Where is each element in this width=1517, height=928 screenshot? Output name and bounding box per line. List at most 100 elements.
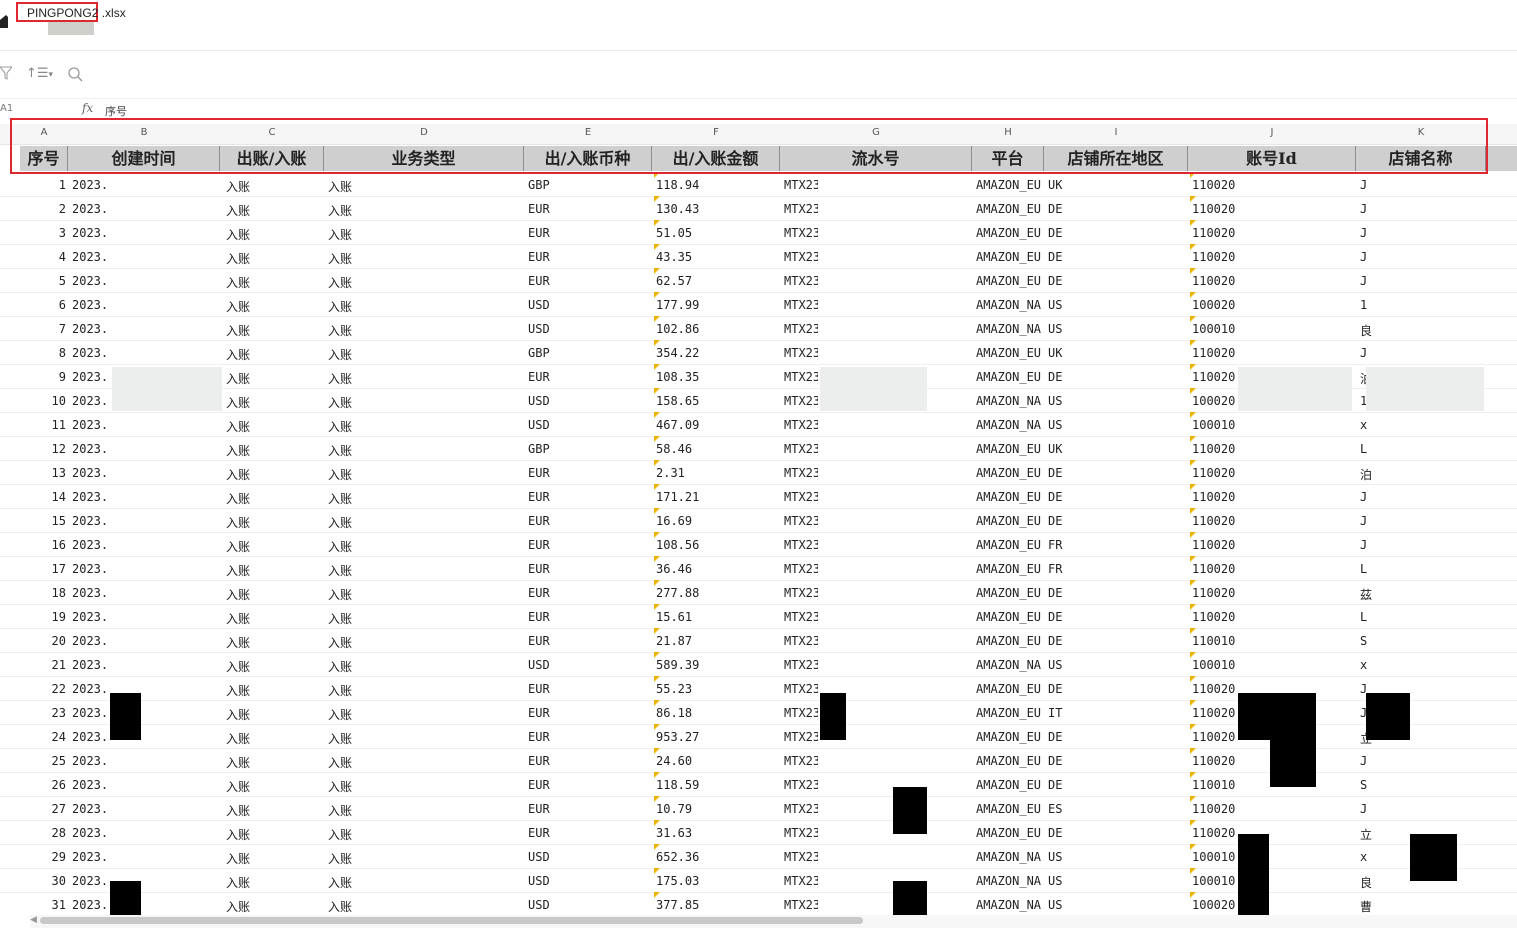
cell-date[interactable]: 2023.( bbox=[72, 706, 110, 720]
cell-region[interactable]: DE bbox=[1048, 226, 1108, 240]
cell-serial[interactable]: MTX23 bbox=[784, 826, 818, 840]
cell-type[interactable]: 入账 bbox=[328, 418, 388, 435]
cell-dir[interactable]: 入账 bbox=[226, 442, 286, 459]
spreadsheet-grid[interactable]: ABCDEFGHIJK 序号 创建时间 出账/入账 业务类型 出/入账币种 出/入账金额流… bbox=[0, 120, 1517, 915]
cell-date[interactable]: 2023.( bbox=[72, 874, 110, 888]
cell-amt[interactable]: 354.22 bbox=[656, 346, 716, 360]
cell-serial[interactable]: MTX23 bbox=[784, 178, 818, 192]
cell-shop[interactable]: S bbox=[1360, 778, 1374, 792]
cell-serial[interactable]: MTX23 bbox=[784, 226, 818, 240]
cell-type[interactable]: 入账 bbox=[328, 658, 388, 675]
cell-amt[interactable]: 15.61 bbox=[656, 610, 716, 624]
cell-acct[interactable]: 100010 bbox=[1192, 874, 1236, 888]
cell-type[interactable]: 入账 bbox=[328, 442, 388, 459]
file-name[interactable]: PINGPONG2 .xlsx bbox=[27, 6, 126, 20]
cell-n[interactable]: 17 bbox=[20, 562, 66, 576]
cell-cur[interactable]: USD bbox=[528, 394, 588, 408]
cell-date[interactable]: 2023.( bbox=[72, 250, 110, 264]
cell-serial[interactable]: MTX23 bbox=[784, 514, 818, 528]
cell-serial[interactable]: MTX23 bbox=[784, 730, 818, 744]
cell-serial[interactable]: MTX23 bbox=[784, 250, 818, 264]
cell-amt[interactable]: 130.43 bbox=[656, 202, 716, 216]
cell-type[interactable]: 入账 bbox=[328, 322, 388, 339]
cell-type[interactable]: 入账 bbox=[328, 250, 388, 267]
cell-acct[interactable]: 100010 bbox=[1192, 418, 1236, 432]
cell-acct[interactable]: 110020 bbox=[1192, 370, 1236, 384]
cell-dir[interactable]: 入账 bbox=[226, 898, 286, 915]
cell-acct[interactable]: 110020 bbox=[1192, 202, 1236, 216]
search-icon[interactable] bbox=[67, 66, 83, 86]
cell-amt[interactable]: 102.86 bbox=[656, 322, 716, 336]
cell-cur[interactable]: EUR bbox=[528, 466, 588, 480]
cell-date[interactable]: 2023.( bbox=[72, 202, 110, 216]
cell-n[interactable]: 23 bbox=[20, 706, 66, 720]
cell-shop[interactable]: J bbox=[1360, 490, 1374, 504]
cell-serial[interactable]: MTX23 bbox=[784, 322, 818, 336]
cell-type[interactable]: 入账 bbox=[328, 706, 388, 723]
cell-region[interactable]: DE bbox=[1048, 514, 1108, 528]
cell-amt[interactable]: 277.88 bbox=[656, 586, 716, 600]
cell-serial[interactable]: MTX23 bbox=[784, 634, 818, 648]
cell-dir[interactable]: 入账 bbox=[226, 730, 286, 747]
table-row[interactable]: 5 2023.(入账 入账 EUR 62.57 MTX23 AMAZON_EUDE 11002… bbox=[0, 268, 1517, 293]
formula-input[interactable]: 序号 bbox=[105, 103, 127, 119]
cell-shop[interactable]: 茲 bbox=[1360, 586, 1374, 603]
cell-plat[interactable]: AMAZON_NA bbox=[976, 298, 1046, 312]
cell-acct[interactable]: 110020 bbox=[1192, 178, 1236, 192]
cell-date[interactable]: 2023.( bbox=[72, 322, 110, 336]
cell-cur[interactable]: USD bbox=[528, 658, 588, 672]
table-row[interactable]: 11 2023.(入账 入账 USD 467.09 MTX23 AMAZON_NAUS 100… bbox=[0, 412, 1517, 437]
cell-region[interactable]: DE bbox=[1048, 730, 1108, 744]
cell-dir[interactable]: 入账 bbox=[226, 274, 286, 291]
cell-serial[interactable]: MTX23 bbox=[784, 298, 818, 312]
cell-plat[interactable]: AMAZON_EU bbox=[976, 706, 1046, 720]
cell-cur[interactable]: GBP bbox=[528, 178, 588, 192]
cell-plat[interactable]: AMAZON_EU bbox=[976, 442, 1046, 456]
cell-date[interactable]: 2023.( bbox=[72, 826, 110, 840]
cell-plat[interactable]: AMAZON_EU bbox=[976, 466, 1046, 480]
cell-plat[interactable]: AMAZON_EU bbox=[976, 370, 1046, 384]
cell-dir[interactable]: 入账 bbox=[226, 562, 286, 579]
cell-region[interactable]: US bbox=[1048, 322, 1108, 336]
table-row[interactable]: 21 2023.(入账 入账 USD 589.39 MTX23 AMAZON_NAUS 100… bbox=[0, 652, 1517, 677]
cell-type[interactable]: 入账 bbox=[328, 874, 388, 891]
cell-dir[interactable]: 入账 bbox=[226, 514, 286, 531]
cell-plat[interactable]: AMAZON_NA bbox=[976, 874, 1046, 888]
cell-shop[interactable]: J bbox=[1360, 274, 1374, 288]
cell-amt[interactable]: 62.57 bbox=[656, 274, 716, 288]
cell-serial[interactable]: MTX23 bbox=[784, 610, 818, 624]
cell-date[interactable]: 2023.( bbox=[72, 634, 110, 648]
cell-region[interactable]: DE bbox=[1048, 202, 1108, 216]
cell-dir[interactable]: 入账 bbox=[226, 658, 286, 675]
cell-acct[interactable]: 100010 bbox=[1192, 658, 1236, 672]
cell-date[interactable]: 2023.( bbox=[72, 514, 110, 528]
cell-n[interactable]: 11 bbox=[20, 418, 66, 432]
cell-date[interactable]: 2023.( bbox=[72, 442, 110, 456]
cell-date[interactable]: 2023.( bbox=[72, 298, 110, 312]
table-row[interactable]: 17 2023.(入账 入账 EUR 36.46 MTX23 AMAZON_EUFR 1100… bbox=[0, 556, 1517, 581]
sort-icon[interactable]: ↑☰▾ bbox=[26, 66, 53, 81]
cell-cur[interactable]: EUR bbox=[528, 802, 588, 816]
cell-date[interactable]: 2023.( bbox=[72, 562, 110, 576]
cell-cur[interactable]: EUR bbox=[528, 226, 588, 240]
cell-date[interactable]: 2023.( bbox=[72, 490, 110, 504]
cell-type[interactable]: 入账 bbox=[328, 394, 388, 411]
cell-region[interactable]: DE bbox=[1048, 634, 1108, 648]
cell-dir[interactable]: 入账 bbox=[226, 634, 286, 651]
cell-serial[interactable]: MTX23 bbox=[784, 370, 818, 384]
cell-date[interactable]: 2023.( bbox=[72, 226, 110, 240]
cell-n[interactable]: 30 bbox=[20, 874, 66, 888]
cell-acct[interactable]: 100020 bbox=[1192, 298, 1236, 312]
cell-type[interactable]: 入账 bbox=[328, 490, 388, 507]
table-row[interactable]: 2 2023.(入账 入账 EUR 130.43 MTX23 AMAZON_EUDE 1100… bbox=[0, 196, 1517, 221]
cell-dir[interactable]: 入账 bbox=[226, 226, 286, 243]
cell-amt[interactable]: 2.31 bbox=[656, 466, 716, 480]
cell-n[interactable]: 22 bbox=[20, 682, 66, 696]
scroll-left-arrow-icon[interactable]: ◀ bbox=[30, 915, 37, 925]
cell-region[interactable]: US bbox=[1048, 874, 1108, 888]
cell-shop[interactable]: J bbox=[1360, 754, 1374, 768]
cell-type[interactable]: 入账 bbox=[328, 778, 388, 795]
filter-icon[interactable] bbox=[0, 66, 14, 84]
cell-date[interactable]: 2023.( bbox=[72, 274, 110, 288]
cell-plat[interactable]: AMAZON_EU bbox=[976, 274, 1046, 288]
